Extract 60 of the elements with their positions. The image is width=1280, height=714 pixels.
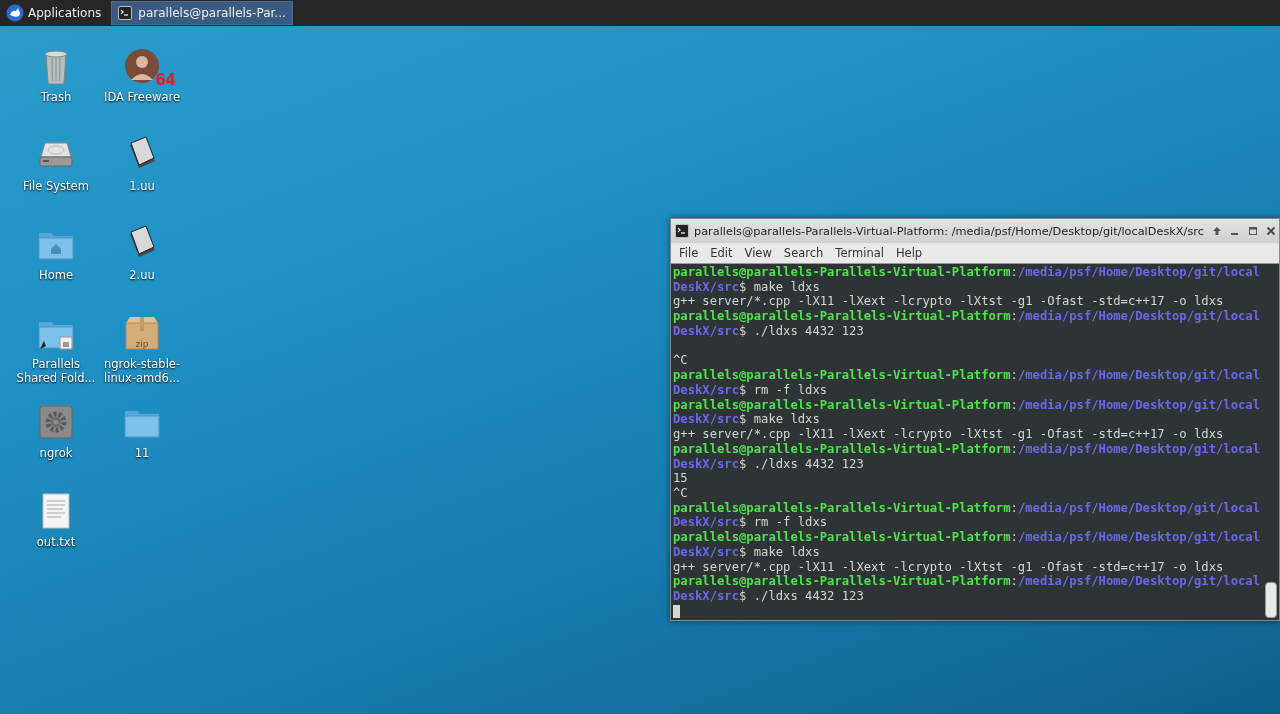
terminal-line: parallels@parallels-Parallels-Virtual-Platform:/media/psf/Home/Desktop/git/local: [673, 368, 1261, 383]
taskbar-window-button[interactable]: parallels@parallels-Par...: [111, 1, 293, 25]
icon-badge-text: 64: [155, 71, 176, 89]
desktop-icon-label[interactable]: Parallels Shared Fold...: [14, 357, 98, 385]
terminal-line: ^C: [673, 353, 689, 369]
desktop-icon-label[interactable]: Trash: [14, 90, 98, 104]
desktop-icon-label[interactable]: 1.uu: [100, 179, 184, 193]
home-folder-icon: [38, 233, 74, 260]
desktop-icon-label[interactable]: ngrok: [14, 446, 98, 460]
document-icon: [130, 136, 155, 168]
mouse-logo-icon: [6, 4, 24, 22]
menu-item[interactable]: Search: [777, 246, 830, 260]
terminal-line: g++ server/*.cpp -lX11 -lXext -lcrypto -lXtst -g1 -Ofast -std=c++17 -o ldxs: [673, 427, 1225, 442]
desktop-icon-label[interactable]: IDA Freeware: [100, 90, 184, 104]
desktop-icon-label[interactable]: 2.uu: [100, 268, 184, 282]
desktop-icon-label[interactable]: ngrok-stable-linux-amd6...: [100, 357, 184, 385]
terminal-icon: [675, 224, 689, 238]
terminal-line: DeskX/src$ ./ldxs 4432 123: [673, 323, 865, 339]
terminal-line: parallels@parallels-Parallels-Virtual-Platform:/media/psf/Home/Desktop/git/local: [673, 265, 1261, 280]
terminal-line: 15: [673, 471, 689, 486]
box-icon: [125, 317, 159, 350]
text-file-icon: [42, 493, 70, 529]
terminal-icon: [118, 6, 133, 20]
terminal-line: ^C: [673, 486, 689, 501]
terminal-line: DeskX/src$ make ldxs: [673, 544, 821, 560]
terminal-line: DeskX/src$ ./ldxs 4432 123: [673, 456, 865, 472]
desktop-icon-label[interactable]: out.txt: [14, 535, 98, 549]
trash-icon: [44, 50, 68, 85]
applications-menu[interactable]: Applications: [2, 1, 106, 25]
terminal-line: DeskX/src$ rm -f ldxs: [673, 515, 829, 531]
hard-drive-icon: [39, 142, 73, 167]
document-icon: [130, 225, 155, 257]
terminal-line: DeskX/src$ rm -f ldxs: [673, 382, 829, 398]
terminal-line: DeskX/src$ ./ldxs 4432 123: [673, 589, 865, 604]
terminal-line: parallels@parallels-Parallels-Virtual-Platform:/media/psf/Home/Desktop/git/local: [673, 441, 1261, 457]
shared-folder-icon: [38, 322, 74, 350]
terminal-line: parallels@parallels-Parallels-Virtual-Platform:/media/psf/Home/Desktop/git/local: [673, 500, 1261, 516]
text-cursor: [673, 604, 680, 618]
terminal-line: DeskX/src$ make ldxs: [673, 412, 821, 428]
window-title: parallels@parallels-Parallels-Virtual-Platform: /media/psf/Home/Desktop/git/localDeskX/src: [694, 224, 1204, 238]
menu-item[interactable]: Help: [889, 246, 929, 260]
terminal-line: g++ server/*.cpp -lX11 -lXext -lcrypto -lXtst -g1 -Ofast -std=c++17 -o ldxs: [673, 559, 1225, 575]
gear-icon: [39, 405, 73, 439]
desktop-icon-label[interactable]: Home: [14, 268, 98, 282]
desktop-icon-label[interactable]: 11: [100, 446, 184, 460]
terminal-line: parallels@parallels-Parallels-Virtual-Platform:/media/psf/Home/Desktop/git/local: [673, 530, 1261, 545]
menu-item[interactable]: View: [738, 246, 778, 260]
menu-item[interactable]: Edit: [704, 246, 739, 260]
folder-icon: [124, 411, 160, 438]
terminal-line: parallels@parallels-Parallels-Virtual-Platform:/media/psf/Home/Desktop/git/local: [673, 309, 1261, 324]
desktop-icon-label[interactable]: File System: [14, 179, 98, 193]
menu-item[interactable]: File: [673, 246, 705, 260]
terminal-line: parallels@parallels-Parallels-Virtual-Platform:/media/psf/Home/Desktop/git/local: [673, 397, 1261, 413]
icon-badge-text: zip: [134, 339, 150, 349]
minimize-icon: [1231, 233, 1239, 235]
terminal-line: DeskX/src$ make ldxs: [673, 279, 821, 295]
terminal-line: parallels@parallels-Parallels-Virtual-Platform:/media/psf/Home/Desktop/git/local: [673, 574, 1261, 590]
scrollbar-thumb[interactable]: [1265, 582, 1277, 618]
menu-item[interactable]: Terminal: [829, 246, 890, 260]
terminal-line: g++ server/*.cpp -lX11 -lXext -lcrypto -lXtst -g1 -Ofast -std=c++17 -o ldxs: [673, 294, 1225, 310]
